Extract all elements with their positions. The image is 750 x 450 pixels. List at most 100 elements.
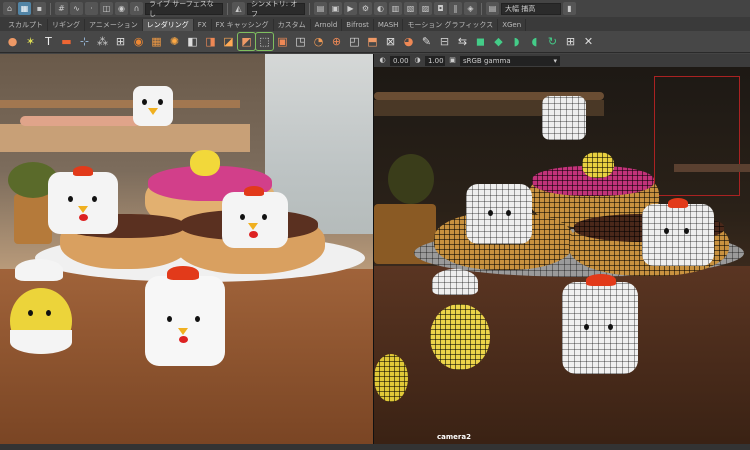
shelf-tab[interactable]: Arnold xyxy=(311,19,343,31)
render-icon[interactable]: ◉ xyxy=(130,33,147,50)
green-x-icon[interactable]: ✕ xyxy=(580,33,597,50)
pause-icon[interactable]: ‖ xyxy=(449,2,462,15)
separator xyxy=(481,2,482,15)
shelf-tab[interactable]: FX xyxy=(194,19,212,31)
shelf-tab[interactable]: MASH xyxy=(374,19,404,31)
snap-grid-icon[interactable]: # xyxy=(55,2,68,15)
egg-shell-bottom xyxy=(10,330,72,354)
workspace-dropdown[interactable]: 大幅 捕高 xyxy=(501,2,561,15)
gamma-icon[interactable]: ◑ xyxy=(413,56,422,65)
camera-icon[interactable]: ◘ xyxy=(434,2,447,15)
toggle-icon[interactable]: ⇆ xyxy=(454,33,471,50)
sidebar-toggle-icon[interactable]: ▮ xyxy=(563,2,576,15)
sphere-grid-icon[interactable]: ▦ xyxy=(148,33,165,50)
shelf-tab[interactable]: FX キャッシング xyxy=(212,19,274,31)
resolution-gate xyxy=(654,76,740,196)
symmetry-dropdown[interactable]: シンメトリ: オフ xyxy=(247,0,305,18)
cube-icon[interactable]: ◧ xyxy=(184,33,201,50)
green-box3-icon[interactable]: ◗ xyxy=(508,33,525,50)
chick-left xyxy=(48,166,118,234)
chick-front-wire xyxy=(562,274,638,374)
separator xyxy=(227,2,228,15)
snap-point-icon[interactable]: · xyxy=(85,2,98,15)
wireframe-viewport[interactable] xyxy=(374,54,750,444)
bottom-bar xyxy=(0,444,750,450)
sphere-orange-icon[interactable]: ◕ xyxy=(400,33,417,50)
snap-surface-icon[interactable]: ◉ xyxy=(115,2,128,15)
film-icon[interactable]: ▨ xyxy=(419,2,432,15)
sun-icon[interactable]: ✺ xyxy=(166,33,183,50)
exposure-icon[interactable]: ◐ xyxy=(378,56,387,65)
chick-left-wire xyxy=(466,184,532,244)
hypershade-icon[interactable]: ◐ xyxy=(374,2,387,15)
chick-yellow-top xyxy=(190,150,220,176)
chick-front xyxy=(145,266,225,366)
snap-view-icon[interactable]: ◫ xyxy=(100,2,113,15)
camera-name-label: camera2 xyxy=(437,433,471,441)
asterisk-icon[interactable]: ✶ xyxy=(22,33,39,50)
green-grid-icon[interactable]: ⊞ xyxy=(562,33,579,50)
color-management-icon[interactable]: ▣ xyxy=(448,56,457,65)
live-surface-value: ライブ サーフェスなし xyxy=(149,0,214,18)
green-cube-icon[interactable]: ◼ xyxy=(472,33,489,50)
tool-icon[interactable]: ⌂ xyxy=(3,2,16,15)
chart-icon[interactable]: ⊟ xyxy=(436,33,453,50)
pivot-icon[interactable]: ⊹ xyxy=(76,33,93,50)
ipr-icon[interactable]: ▶ xyxy=(344,2,357,15)
color-space-dropdown[interactable]: sRGB gamma ▾ xyxy=(460,55,560,66)
status-line: ⌂ ▦ ▪ # ∿ · ◫ ◉ ∩ ライブ サーフェスなし ◭ シンメトリ: オ… xyxy=(0,0,750,18)
image-icon[interactable]: ▬ xyxy=(58,33,75,50)
shelf: ● ✶ T ▬ ⊹ ⁂ ⊞ ◉ ▦ ✺ ◧ ◨ ◪ ◩ ⬚ ▣ ◳ ◔ ⊕ ◰ … xyxy=(0,31,750,53)
text-icon[interactable]: T xyxy=(40,33,57,50)
green-box2-icon[interactable]: ◆ xyxy=(490,33,507,50)
cube-grey-icon[interactable]: ◰ xyxy=(346,33,363,50)
cube-stack-icon[interactable]: ◳ xyxy=(292,33,309,50)
shelf-tabs: スカルプト リギング アニメーション レンダリング FX FX キャッシング カスタム Arn… xyxy=(0,17,750,31)
shader-icon[interactable]: ◪ xyxy=(220,33,237,50)
shelf-tab[interactable]: カスタム xyxy=(274,19,311,31)
green-box4-icon[interactable]: ◖ xyxy=(526,33,543,50)
uv-icon[interactable]: ⊞ xyxy=(112,33,129,50)
green-arrow-icon[interactable]: ↻ xyxy=(544,33,561,50)
shelf-tab[interactable]: モーション グラフィックス xyxy=(403,19,499,31)
clapper-icon[interactable]: ▧ xyxy=(404,2,417,15)
box-frame-icon[interactable]: ⬒ xyxy=(364,33,381,50)
gamma-field[interactable]: 1.00 xyxy=(425,55,445,66)
shelf-tab[interactable]: スカルプト xyxy=(4,19,48,31)
shelf-tab[interactable]: アニメーション xyxy=(85,19,143,31)
shelf-tab[interactable]: Bifrost xyxy=(342,19,374,31)
render-viewport[interactable] xyxy=(0,54,373,444)
shelf-tab[interactable]: XGen xyxy=(498,19,527,31)
chick-floating-wire xyxy=(542,96,586,140)
x-box-icon[interactable]: ⊠ xyxy=(382,33,399,50)
arnold-icon[interactable]: ◈ xyxy=(464,2,477,15)
brush-icon[interactable]: ✎ xyxy=(418,33,435,50)
cluster-icon[interactable]: ⁂ xyxy=(94,33,111,50)
plant-pot xyxy=(14,194,52,244)
render-frame-icon[interactable]: ▣ xyxy=(329,2,342,15)
gamma-value: 1.00 xyxy=(428,56,444,65)
symmetry-icon[interactable]: ◭ xyxy=(232,2,245,15)
workspace-icon[interactable]: ▤ xyxy=(486,2,499,15)
shelf-tab[interactable]: レンダリング xyxy=(142,19,194,31)
boxes-icon[interactable]: ▣ xyxy=(274,33,291,50)
chevron-down-icon: ▾ xyxy=(553,56,557,65)
select-mode-button[interactable]: ▦ xyxy=(18,2,31,15)
capsule-icon[interactable]: ⬚ xyxy=(255,32,274,51)
exposure-value: 0.00 xyxy=(393,56,409,65)
sphere-tex-icon[interactable]: ◔ xyxy=(310,33,327,50)
shelf-tab[interactable]: リギング xyxy=(48,19,85,31)
sphere-icon[interactable]: ● xyxy=(4,33,21,50)
live-surface-dropdown[interactable]: ライブ サーフェスなし xyxy=(145,0,223,18)
exposure-field[interactable]: 0.00 xyxy=(390,55,410,66)
render-settings-icon[interactable]: ⚙ xyxy=(359,2,372,15)
sphere-net-icon[interactable]: ⊕ xyxy=(328,33,345,50)
magnet-icon[interactable]: ∩ xyxy=(130,2,143,15)
right-shelf-wire xyxy=(674,164,750,172)
component-mode-button[interactable]: ▪ xyxy=(33,2,46,15)
history-icon[interactable]: ▤ xyxy=(314,2,327,15)
render-view-icon[interactable]: ▥ xyxy=(389,2,402,15)
snap-curve-icon[interactable]: ∿ xyxy=(70,2,83,15)
hypershade-button[interactable]: ◩ xyxy=(237,32,256,51)
lights-icon[interactable]: ◨ xyxy=(202,33,219,50)
